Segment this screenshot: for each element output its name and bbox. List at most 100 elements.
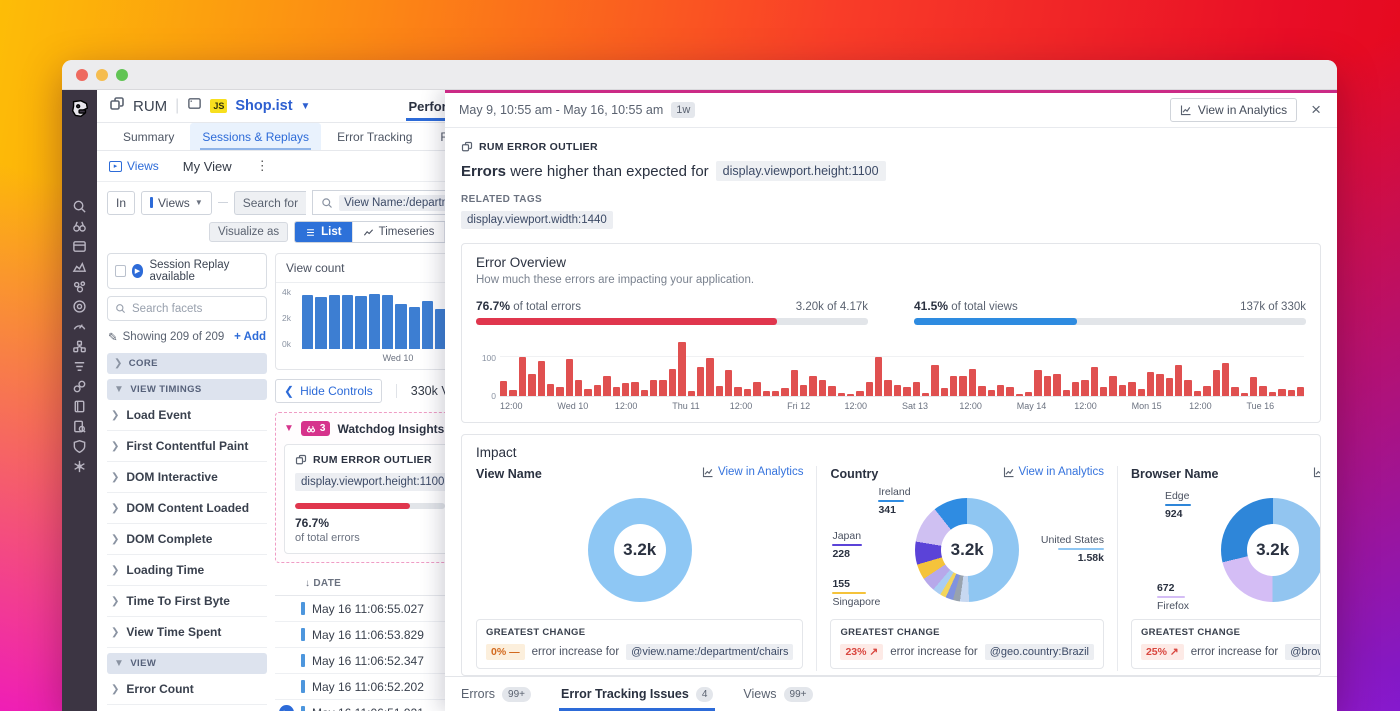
- settings-icon[interactable]: [72, 458, 88, 474]
- tab-count-badge: 99+: [502, 687, 531, 702]
- session-replay-filter[interactable]: ▶ Session Replay available: [107, 253, 267, 289]
- facet-group-core[interactable]: ❯CORE: [107, 353, 267, 374]
- watchdog-count-badge: 3: [301, 421, 331, 436]
- row-date: May 16 11:06:52.202: [312, 680, 462, 694]
- views-button[interactable]: ▸Views: [109, 159, 159, 173]
- facet-item-loading-time[interactable]: ❯Loading Time: [107, 555, 267, 586]
- facet-item-view-time-spent[interactable]: ❯View Time Spent: [107, 617, 267, 648]
- tab-count-badge: 99+: [784, 687, 813, 702]
- view-in-analytics-link[interactable]: View in Analytics: [1003, 466, 1104, 478]
- current-view-tab[interactable]: My View: [175, 155, 240, 178]
- panel-tab-error-tracking-issues[interactable]: Error Tracking Issues4: [561, 677, 713, 711]
- browser-icon: [187, 96, 202, 116]
- panel-tab-errors[interactable]: Errors99+: [461, 677, 531, 711]
- country-donut-chart[interactable]: 3.2k: [915, 498, 1019, 602]
- visualize-timeseries-button[interactable]: Timeseries: [353, 222, 446, 242]
- org-icon[interactable]: [72, 278, 88, 294]
- chevron-right-icon: ❯: [111, 596, 119, 607]
- facet-item-error-count[interactable]: ❯Error Count: [107, 674, 267, 705]
- date-column-header[interactable]: ↓ DATE: [279, 578, 454, 589]
- security-icon[interactable]: [72, 438, 88, 454]
- service-selector[interactable]: Shop.ist: [235, 98, 292, 114]
- chevron-right-icon: ❯: [111, 534, 119, 545]
- donut-label-ireland: Ireland341: [878, 485, 910, 517]
- integrations-icon[interactable]: [72, 378, 88, 394]
- scope-dropdown[interactable]: Views▼: [141, 191, 212, 215]
- change-tag[interactable]: @browser.name:Edge: [1285, 644, 1321, 660]
- outlier-tag[interactable]: display.viewport.height:1100: [295, 473, 450, 491]
- view-name-donut-chart[interactable]: 3.2k: [588, 498, 692, 602]
- browser-donut-chart[interactable]: 3.2k: [1221, 498, 1321, 602]
- notebook-icon[interactable]: [72, 398, 88, 414]
- close-panel-icon[interactable]: ×: [1309, 100, 1323, 120]
- facet-group-view[interactable]: ▼VIEW: [107, 653, 267, 674]
- view-in-analytics-button[interactable]: View in Analytics: [1170, 98, 1297, 122]
- search-icon[interactable]: [72, 198, 88, 214]
- row-date: May 16 11:06:52.347: [312, 654, 462, 668]
- tab-summary[interactable]: Summary: [111, 123, 186, 150]
- datadog-logo: [69, 98, 91, 120]
- headline-tag[interactable]: display.viewport.height:1100: [716, 161, 886, 181]
- maximize-window-button[interactable]: [116, 69, 128, 81]
- facet-item-dom-content-loaded[interactable]: ❯DOM Content Loaded: [107, 493, 267, 524]
- outlier-detail-panel: May 9, 10:55 am - May 16, 10:55 am 1w Vi…: [445, 90, 1337, 711]
- apm-icon[interactable]: [72, 298, 88, 314]
- impact-title: Impact: [476, 445, 1316, 460]
- change-tag[interactable]: @geo.country:Brazil: [985, 644, 1094, 660]
- panel-tab-views[interactable]: Views99+: [743, 677, 812, 711]
- facet-item-time-to-first-byte[interactable]: ❯Time To First Byte: [107, 586, 267, 617]
- no-replay: [279, 627, 294, 642]
- gauge-icon[interactable]: [72, 318, 88, 334]
- no-replay: [279, 679, 294, 694]
- tab-error-tracking[interactable]: Error Tracking: [325, 123, 424, 150]
- audit-icon[interactable]: [72, 418, 88, 434]
- error-overview-title: Error Overview: [476, 255, 1306, 270]
- kebab-menu-icon[interactable]: ⋮: [256, 158, 269, 174]
- related-tag[interactable]: display.viewport.width:1440: [461, 211, 613, 229]
- change-tag[interactable]: @view.name:/department/chairs: [626, 644, 793, 660]
- facet-item-first-contentful-paint[interactable]: ❯First Contentful Paint: [107, 431, 267, 462]
- view-in-analytics-link[interactable]: View in Analytics: [702, 466, 803, 478]
- window-icon: [461, 141, 473, 153]
- facet-search-input[interactable]: Search facets: [107, 296, 267, 321]
- divider: |: [175, 97, 179, 115]
- facet-item-dom-complete[interactable]: ❯DOM Complete: [107, 524, 267, 555]
- tab-sessions-replays[interactable]: Sessions & Replays: [190, 123, 321, 150]
- collapse-icon: ❮: [284, 384, 294, 398]
- infrastructure-icon[interactable]: [72, 338, 88, 354]
- edit-icon[interactable]: ✎: [108, 330, 118, 344]
- watchdog-icon[interactable]: [72, 218, 88, 234]
- errors-timeseries-chart[interactable]: 100 0: [500, 341, 1304, 397]
- watchdog-title: Watchdog Insights: [337, 422, 444, 436]
- no-replay: [279, 653, 294, 668]
- visualize-list-button[interactable]: List: [295, 222, 352, 242]
- hide-controls-button[interactable]: ❮Hide Controls: [275, 379, 382, 403]
- chart-icon: [1003, 466, 1015, 478]
- session-replay-label: Session Replay available: [149, 259, 259, 283]
- close-window-button[interactable]: [76, 69, 88, 81]
- donut-label-singapore: 155Singapore: [832, 577, 880, 609]
- facet-item-load-event[interactable]: ❯Load Event: [107, 400, 267, 431]
- rum-app-icon: [109, 96, 125, 117]
- facet-group-view-timings[interactable]: ▼VIEW TIMINGS: [107, 379, 267, 400]
- replay-play-icon[interactable]: ▶: [279, 705, 294, 711]
- chevron-down-icon[interactable]: ▼: [301, 101, 311, 112]
- minimize-window-button[interactable]: [96, 69, 108, 81]
- scope-mark-icon: [150, 197, 153, 208]
- facet-item-dom-interactive[interactable]: ❯DOM Interactive: [107, 462, 267, 493]
- no-replay: [279, 601, 294, 616]
- dashboard-icon[interactable]: [72, 238, 88, 254]
- chevron-right-icon: ❯: [111, 684, 119, 695]
- time-range: May 9, 10:55 am - May 16, 10:55 am: [459, 103, 663, 117]
- logs-icon[interactable]: [72, 358, 88, 374]
- analytics-icon[interactable]: [72, 258, 88, 274]
- checkbox[interactable]: [115, 265, 126, 277]
- play-icon: ▶: [132, 264, 144, 278]
- view-in-analytics-link[interactable]: View in Analytics: [1313, 466, 1321, 478]
- facet-item-action-count[interactable]: ❯Action Count: [107, 705, 267, 711]
- chevron-down-icon: ▼: [195, 198, 203, 207]
- in-chip: In: [107, 191, 135, 215]
- chevron-icon: ❯: [114, 358, 123, 369]
- chevron-right-icon: ❯: [111, 410, 119, 421]
- add-facet-button[interactable]: + Add: [234, 331, 266, 343]
